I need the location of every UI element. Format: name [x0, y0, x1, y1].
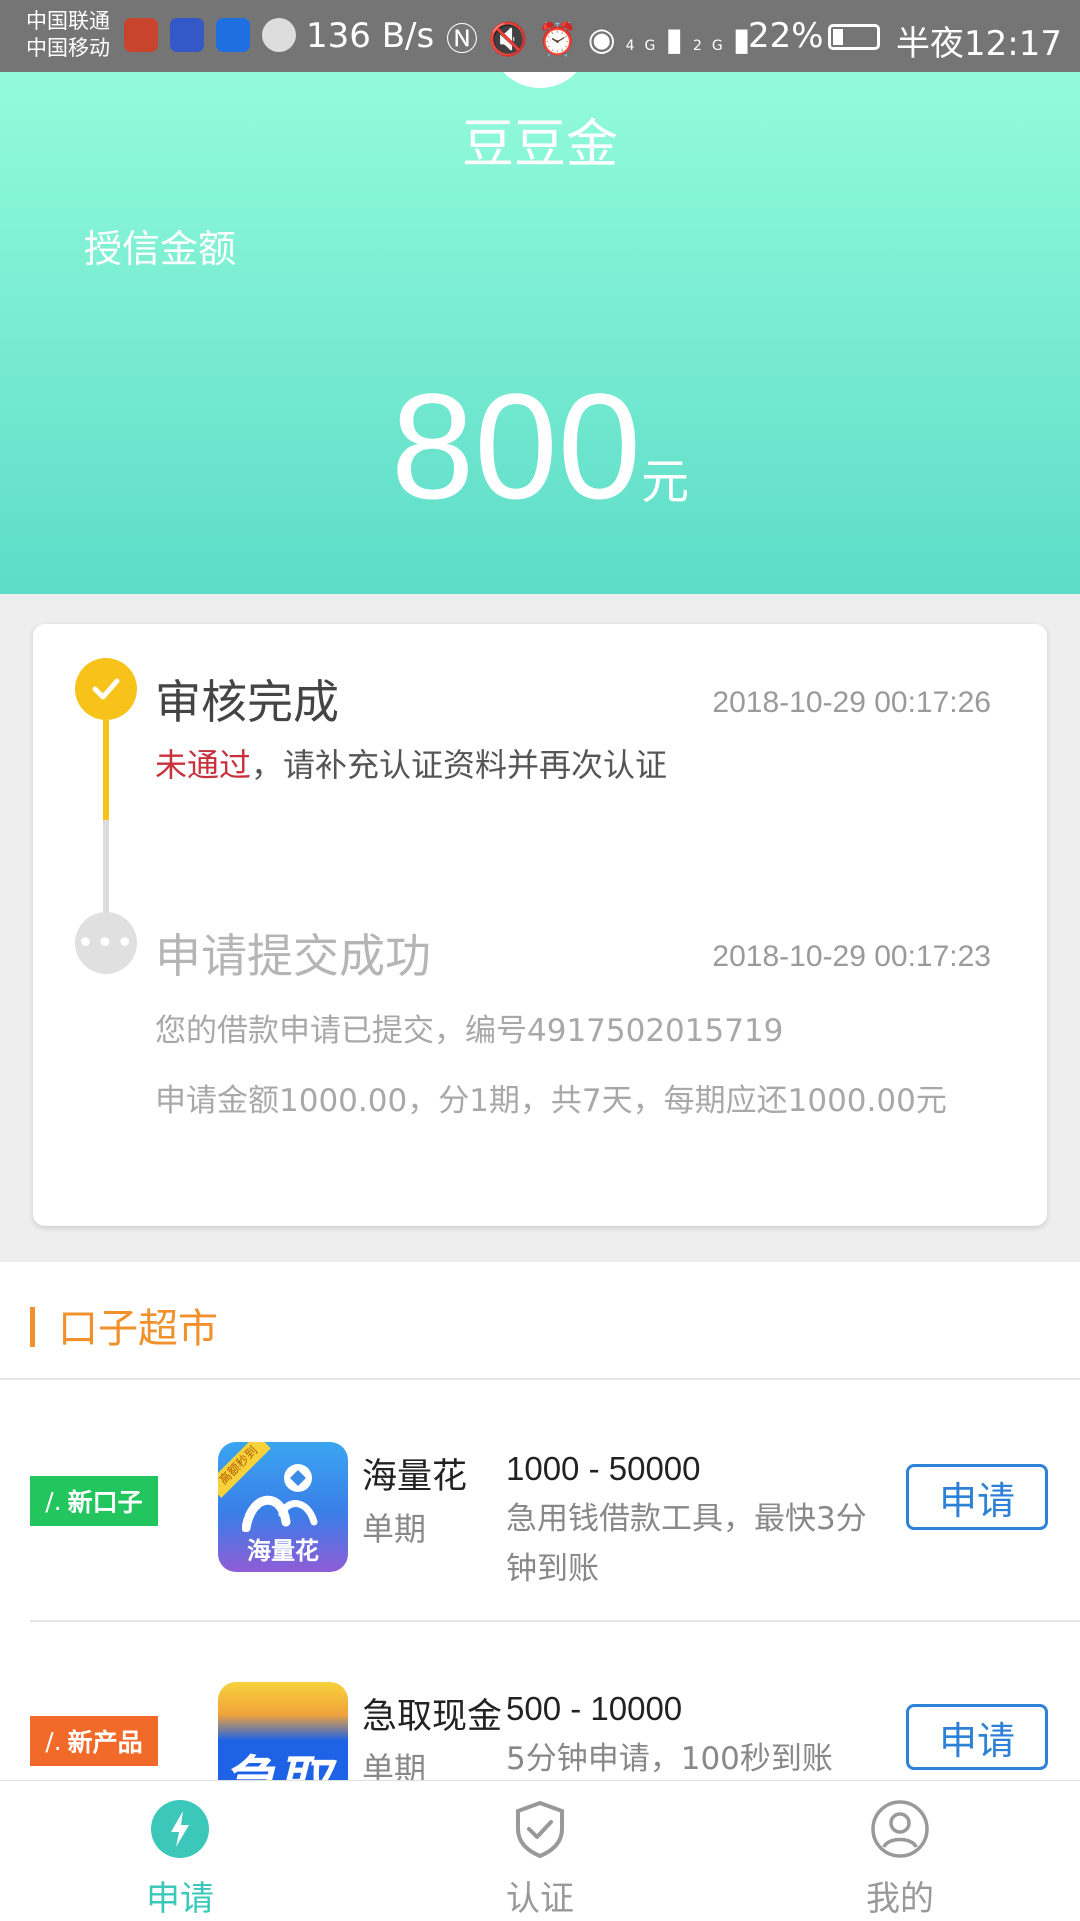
market-title: 口子超市 — [58, 1306, 218, 1352]
battery-icon — [828, 24, 880, 50]
application-details: 申请金额1000.00，分1期，共7天，每期应还1000.00元 — [155, 1083, 947, 1119]
mute-icon: 🔇 — [488, 20, 538, 58]
app-notification-icon — [124, 18, 158, 52]
new-tag-badge: /. 新口子 — [30, 1476, 158, 1526]
carrier-2: 中国移动 — [26, 36, 110, 60]
user-icon — [871, 1800, 929, 1858]
review-complete-title: 审核完成 — [155, 675, 339, 729]
finance-app-icon — [170, 18, 204, 52]
product-logo: 高额秒到 海量花 — [218, 1442, 348, 1572]
timeline-line-active — [103, 720, 109, 820]
carrier-info: 中国联通 中国移动 — [26, 8, 110, 62]
status-bar: 中国联通 中国移动 136 B/s Ⓝ🔇⏰◉4G▮2G▮ 22% 半夜12:17 — [0, 0, 1080, 72]
application-number: 您的借款申请已提交，编号4917502015719 — [155, 1013, 784, 1049]
rejected-status: 未通过 — [155, 746, 252, 784]
apply-button[interactable]: 申请 — [906, 1464, 1048, 1530]
row-divider — [30, 1620, 1080, 1622]
nav-tab-verify[interactable]: 认证 — [440, 1781, 640, 1921]
nav-label-mine: 我的 — [866, 1879, 934, 1919]
review-time: 2018-10-29 00:17:26 — [712, 686, 991, 719]
submitted-title: 申请提交成功 — [155, 929, 431, 983]
nav-tab-mine[interactable]: 我的 — [800, 1781, 1000, 1921]
review-desc: ，请补充认证资料并再次认证 — [251, 746, 668, 784]
notification-icons — [124, 18, 296, 52]
more-dots-icon: ••• — [75, 912, 137, 974]
nfc-icon: Ⓝ — [446, 20, 489, 58]
market-header: 口子超市 — [0, 1262, 1080, 1380]
alarm-icon: ⏰ — [537, 20, 588, 58]
clock: 半夜12:17 — [896, 24, 1062, 64]
nav-label-apply: 申请 — [146, 1879, 214, 1919]
product-term: 单期 — [362, 1510, 427, 1548]
carrier-1: 中国联通 — [26, 9, 110, 33]
apply-button[interactable]: 申请 — [906, 1704, 1048, 1770]
timeline-line — [103, 820, 109, 912]
bottom-nav: 申请 认证 我的 — [0, 1780, 1080, 1921]
credit-label: 授信金额 — [84, 227, 237, 271]
nav-tab-apply[interactable]: 申请 — [80, 1781, 280, 1921]
eye-icon: ◉ — [587, 20, 626, 58]
amount-value: 800 — [390, 362, 642, 530]
review-result: 未通过，请补充认证资料并再次认证 — [155, 740, 667, 786]
new-product-tag-badge: /. 新产品 — [30, 1716, 158, 1766]
nav-label-verify: 认证 — [506, 1879, 574, 1919]
message-icon — [262, 18, 296, 52]
product-desc: 5分钟申请，100秒到账 — [506, 1741, 833, 1777]
amount-unit: 元 — [641, 454, 690, 510]
product-desc: 急用钱借款工具，最快3分钟到账 — [506, 1501, 867, 1587]
signal-4g-icon: 4G▮ — [625, 20, 693, 58]
check-icon — [75, 658, 137, 720]
product-name: 急取现金 — [362, 1697, 503, 1737]
system-icons: Ⓝ🔇⏰◉4G▮2G▮ — [446, 14, 760, 60]
submitted-desc: 您的借款申请已提交，编号4917502015719 申请金额1000.00，分1… — [155, 996, 975, 1136]
network-speed: 136 B/s — [306, 16, 435, 56]
product-range: 1000 - 50000 — [506, 1450, 701, 1487]
battery-percent: 22% — [748, 16, 824, 56]
product-item[interactable]: /. 新口子 高额秒到 海量花 海量花 单期 1000 - 50000 急用钱借款… — [0, 1380, 1080, 1620]
brand-title: 豆豆金 — [461, 115, 618, 175]
product-name: 海量花 — [362, 1457, 468, 1497]
logo-text: 海量花 — [247, 1537, 319, 1565]
section-accent-bar — [30, 1307, 35, 1347]
shield-check-icon — [516, 1800, 564, 1859]
product-range: 500 - 10000 — [506, 1690, 683, 1727]
lightning-icon — [151, 1800, 209, 1858]
submitted-time: 2018-10-29 00:17:23 — [712, 940, 991, 973]
fountain-icon — [242, 1464, 318, 1532]
shield-app-icon — [216, 18, 250, 52]
application-status-card: 审核完成 2018-10-29 00:17:26 未通过，请补充认证资料并再次认… — [33, 624, 1047, 1226]
loan-market: 口子超市 /. 新口子 高额秒到 海量花 海量花 单期 1000 - 50000 … — [0, 1262, 1080, 1812]
credit-header: 豆豆金 授信金额 800元 — [0, 32, 1080, 594]
credit-amount: 800元 — [0, 360, 1080, 533]
